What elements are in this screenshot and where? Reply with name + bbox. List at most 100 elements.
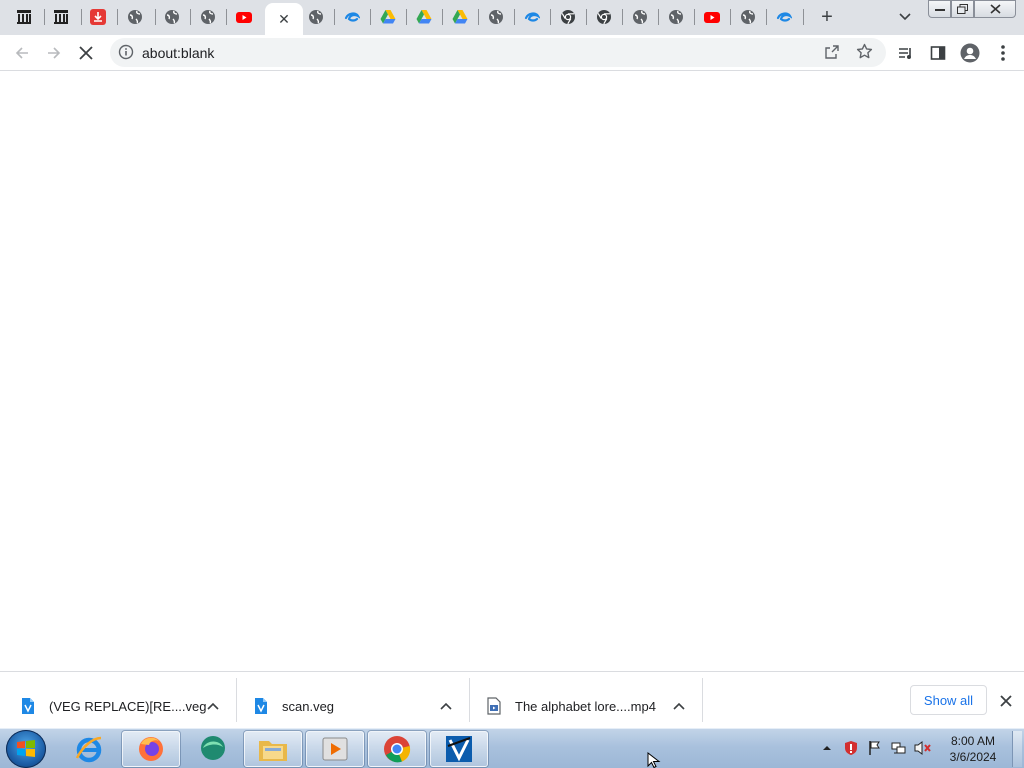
back-button[interactable] (9, 40, 35, 66)
show-all-downloads-button[interactable]: Show all (910, 685, 987, 715)
taskbar-file-explorer[interactable] (244, 731, 302, 767)
network-icon (891, 742, 906, 754)
tab-download[interactable] (82, 3, 114, 31)
messenger-icon (201, 736, 225, 760)
taskbar-messenger[interactable] (184, 731, 242, 767)
download-item-3[interactable]: The alphabet lore....mp4 (470, 678, 702, 724)
address-text[interactable]: about:blank (142, 45, 214, 61)
minimize-icon (934, 9, 945, 11)
globe-icon (201, 10, 215, 24)
system-clock[interactable]: 8:00 AM 3/6/2024 (940, 733, 1006, 765)
tab-globe-6[interactable] (624, 3, 656, 31)
tab-search-button[interactable] (895, 7, 915, 27)
tab-swirl-1[interactable] (336, 3, 368, 31)
show-desktop-button[interactable] (1012, 731, 1022, 767)
chrome-icon (561, 10, 575, 25)
chevron-up-icon[interactable] (439, 700, 453, 712)
tray-security-alert[interactable] (842, 739, 860, 757)
download-red-icon (90, 9, 106, 25)
share-icon[interactable] (824, 44, 840, 60)
media-control-button[interactable] (893, 40, 919, 66)
mouse-cursor-icon (647, 752, 661, 768)
tray-overflow-button[interactable] (818, 739, 836, 757)
chevron-up-icon[interactable] (206, 700, 220, 712)
youtube-icon (704, 12, 720, 23)
profile-button[interactable] (957, 40, 983, 66)
new-tab-button[interactable]: + (815, 6, 839, 28)
security-alert-icon (845, 741, 857, 755)
download-shelf: (VEG REPLACE)[RE....veg scan.veg The alp… (0, 671, 1024, 728)
media-queue-icon (899, 48, 911, 59)
taskbar-media-player[interactable] (306, 731, 364, 767)
tab-globe-7[interactable] (660, 3, 692, 31)
download-filename: scan.veg (282, 699, 335, 714)
tab-youtube-1[interactable] (228, 3, 260, 31)
tab-active-about-blank[interactable]: ✕ (265, 3, 303, 35)
close-icon (989, 4, 1001, 14)
minimize-button[interactable] (928, 0, 951, 18)
page-content[interactable] (0, 71, 1024, 671)
flag-icon (869, 741, 880, 755)
taskbar-vegas-pro[interactable] (430, 731, 488, 767)
globe-icon (309, 10, 323, 24)
video-file-icon (487, 697, 501, 715)
blue-swirl-icon (524, 12, 540, 22)
arrow-left-icon (15, 47, 28, 59)
arrow-right-icon (48, 47, 61, 59)
close-download-shelf-button[interactable] (996, 691, 1016, 711)
taskbar-chrome[interactable] (368, 731, 426, 767)
globe-icon (741, 10, 755, 24)
taskbar-firefox[interactable] (122, 731, 180, 767)
menu-button[interactable] (990, 40, 1016, 66)
download-filename: (VEG REPLACE)[RE....veg (49, 699, 207, 714)
tab-globe-4[interactable] (300, 3, 332, 31)
taskbar-internet-explorer[interactable] (60, 731, 118, 767)
tab-chrome-2[interactable] (588, 3, 620, 31)
chevron-up-icon (823, 746, 831, 750)
file-explorer-icon (259, 741, 287, 761)
tab-drive-3[interactable] (444, 3, 476, 31)
archive-icon (54, 10, 68, 24)
firefox-icon (139, 737, 163, 761)
vegas-file-icon (255, 698, 267, 714)
stop-loading-button[interactable] (73, 40, 99, 66)
address-bar[interactable]: about:blank (110, 38, 886, 67)
download-item-1[interactable]: (VEG REPLACE)[RE....veg (0, 678, 236, 724)
chevron-up-icon[interactable] (672, 700, 686, 712)
globe-icon (128, 10, 142, 24)
blue-swirl-icon (344, 12, 360, 22)
tab-archive-2[interactable] (45, 3, 77, 31)
info-icon[interactable] (118, 44, 134, 60)
tab-globe-8[interactable] (732, 3, 764, 31)
tab-chrome-1[interactable] (552, 3, 584, 31)
tab-swirl-2[interactable] (516, 3, 548, 31)
tray-network[interactable] (890, 739, 908, 757)
tab-drive-2[interactable] (408, 3, 440, 31)
taskbar: 8:00 AM 3/6/2024 (0, 728, 1024, 768)
download-item-2[interactable]: scan.veg (237, 678, 469, 724)
tab-globe-1[interactable] (119, 3, 151, 31)
tab-close-button[interactable]: ✕ (278, 11, 290, 27)
blue-swirl-icon (776, 12, 792, 22)
chrome-icon (597, 10, 611, 25)
side-panel-button[interactable] (925, 40, 951, 66)
tray-volume-muted[interactable] (914, 739, 932, 757)
tab-drive-1[interactable] (372, 3, 404, 31)
chrome-icon (384, 736, 411, 763)
tab-globe-3[interactable] (192, 3, 224, 31)
window-close-button[interactable] (974, 0, 1016, 18)
tab-swirl-3[interactable] (768, 3, 800, 31)
clock-date: 3/6/2024 (949, 750, 997, 764)
tab-globe-2[interactable] (156, 3, 188, 31)
tab-youtube-2[interactable] (696, 3, 728, 31)
internet-explorer-icon (75, 736, 102, 763)
tab-globe-5[interactable] (480, 3, 512, 31)
window-controls (928, 0, 1024, 18)
vegas-file-icon (22, 698, 34, 714)
forward-button[interactable] (41, 40, 67, 66)
start-button[interactable] (6, 730, 46, 768)
tray-action-center[interactable] (866, 739, 884, 757)
tab-archive-1[interactable] (8, 3, 40, 31)
restore-button[interactable] (951, 0, 974, 18)
bookmark-star-icon[interactable] (856, 43, 873, 60)
